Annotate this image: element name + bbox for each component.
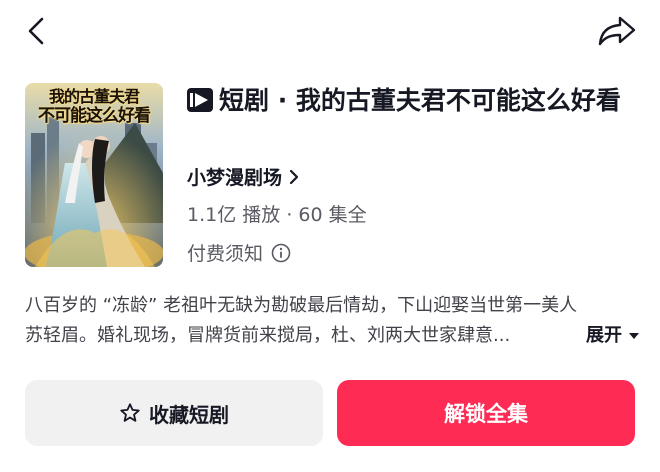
caret-down-icon (629, 333, 639, 339)
short-drama-play-icon (187, 88, 213, 112)
episode-count: 60 集全 (298, 204, 367, 226)
top-bar (0, 0, 660, 64)
description-line1: 八百岁的 “冻龄” 老祖叶无缺为勘破最后情劫，下山迎娶当世第一美人 (25, 295, 578, 316)
description-line2: 苏轻眉。婚礼现场，冒牌货前来搅局，杜、刘两大世家肆意... (25, 325, 511, 346)
chevron-right-icon (289, 169, 299, 184)
cover-title-line1: 我的古董夫君 (48, 87, 140, 106)
share-arrow-icon (598, 16, 636, 46)
producer-link[interactable]: 小梦漫剧场 (187, 163, 300, 190)
drama-description: 八百岁的 “冻龄” 老祖叶无缺为勘破最后情劫，下山迎娶当世第一美人 苏轻眉。婚礼… (25, 291, 640, 351)
cover-title-line2: 不可能这么好看 (38, 106, 151, 126)
collect-drama-button[interactable]: 收藏短剧 (25, 380, 323, 446)
drama-title-text: 短剧 · 我的古董夫君不可能这么好看 (219, 86, 621, 115)
chevron-left-icon (28, 17, 44, 45)
back-button[interactable] (22, 14, 54, 48)
expand-button[interactable]: 展开 (586, 321, 640, 351)
play-count: 1.1亿 播放 (187, 204, 281, 226)
unlock-all-label: 解锁全集 (444, 402, 528, 426)
drama-stats: 1.1亿 播放 · 60 集全 (187, 200, 367, 227)
share-button[interactable] (596, 14, 638, 48)
unlock-all-button[interactable]: 解锁全集 (337, 380, 635, 446)
expand-label: 展开 (586, 325, 622, 346)
info-icon (271, 243, 291, 262)
payment-notice-label: 付费须知 (187, 243, 264, 265)
payment-notice[interactable]: 付费须知 (187, 239, 291, 266)
collect-drama-label: 收藏短剧 (149, 402, 229, 427)
stats-separator: · (286, 204, 293, 226)
star-outline-icon (120, 403, 140, 422)
drama-title: 短剧 · 我的古董夫君不可能这么好看 (187, 82, 637, 119)
producer-name: 小梦漫剧场 (187, 167, 283, 189)
drama-cover[interactable]: 我的古董夫君 不可能这么好看 (25, 83, 163, 267)
